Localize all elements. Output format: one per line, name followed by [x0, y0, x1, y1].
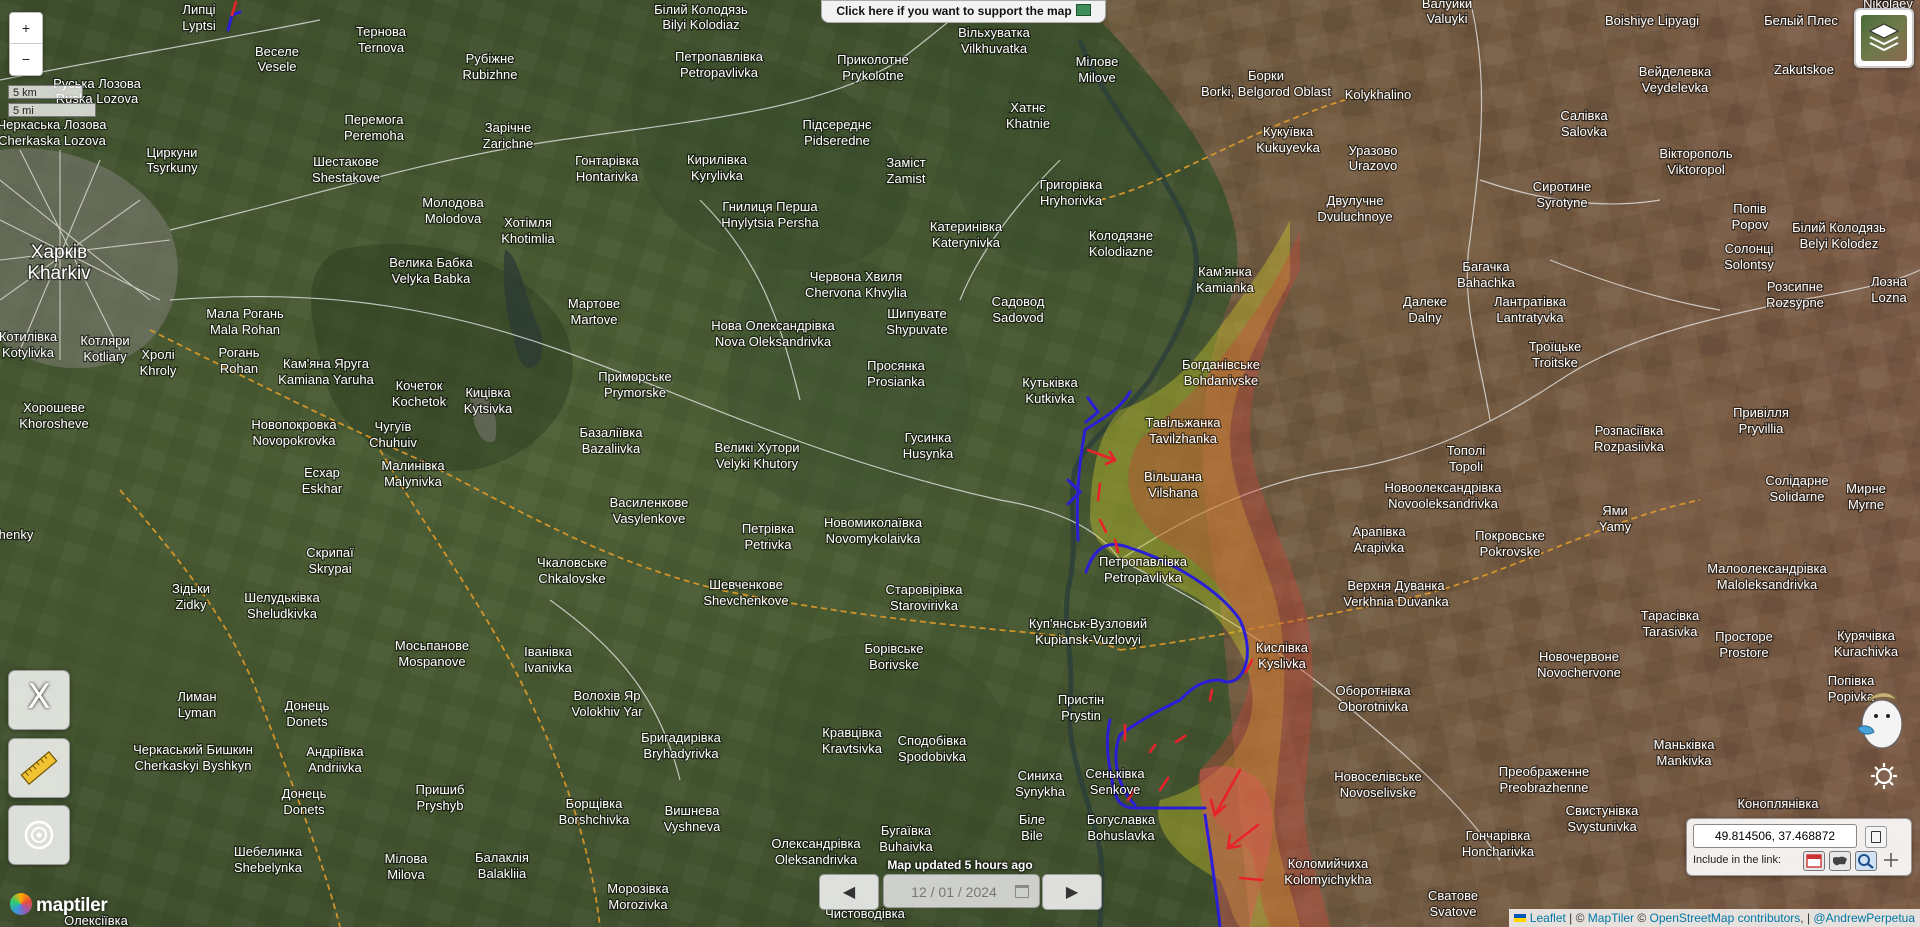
attribution-separator-3: , |: [1800, 911, 1814, 925]
money-icon: [1075, 4, 1091, 16]
calendar-icon: [1806, 854, 1822, 868]
coordinates-input[interactable]: [1693, 824, 1857, 848]
magnifier-icon: [1858, 854, 1874, 869]
gear-icon: [1871, 763, 1897, 789]
zoom-control: + −: [9, 12, 43, 76]
maptiler-logo-text: maptiler: [36, 895, 108, 916]
leaflet-link[interactable]: Leaflet: [1530, 911, 1566, 925]
openstreetmap-link[interactable]: OpenStreetMap contributors: [1650, 911, 1801, 925]
close-overlay-button[interactable]: X: [8, 670, 70, 730]
locate-button[interactable]: [8, 805, 70, 865]
maptiler-link[interactable]: MapTiler: [1588, 911, 1634, 925]
ruler-tool-button[interactable]: [8, 738, 70, 798]
include-date-toggle[interactable]: [1803, 851, 1825, 871]
next-date-button[interactable]: ▶: [1042, 874, 1102, 910]
author-link[interactable]: @AndrewPerpetua: [1813, 911, 1915, 925]
zoom-out-button[interactable]: −: [10, 44, 42, 74]
settings-button[interactable]: [1854, 751, 1910, 801]
target-icon: [24, 820, 54, 850]
include-zoom-toggle[interactable]: [1855, 851, 1877, 871]
scale-km: 5 km: [8, 85, 83, 99]
support-banner[interactable]: Click here if you want to support the ma…: [821, 0, 1106, 23]
include-map-view-toggle[interactable]: [1829, 851, 1851, 871]
satellite-map[interactable]: [0, 0, 1920, 927]
crosshair-icon: [1884, 853, 1898, 867]
coordinates-panel: Include in the link:: [1686, 818, 1912, 876]
maptiler-logo-icon: [10, 893, 32, 915]
mascot-icon[interactable]: [1850, 684, 1910, 752]
scale-mi: 5 mi: [8, 103, 96, 117]
attribution-separator-1: | ©: [1565, 911, 1588, 925]
include-in-link-label: Include in the link:: [1693, 854, 1782, 866]
date-picker[interactable]: [883, 874, 1040, 908]
date-input[interactable]: [892, 881, 1016, 903]
ukraine-flag-icon: [1514, 914, 1527, 922]
layers-icon: [1868, 23, 1900, 52]
calendar-icon[interactable]: [1015, 885, 1029, 898]
copy-icon[interactable]: [1865, 826, 1887, 848]
support-banner-label: Click here if you want to support the ma…: [836, 4, 1072, 18]
close-icon: X: [27, 677, 51, 717]
zoom-in-button[interactable]: +: [10, 13, 42, 44]
crosshair-toggle[interactable]: [1881, 851, 1903, 871]
attribution-separator-2: ©: [1634, 911, 1650, 925]
ruler-icon: [20, 750, 58, 786]
world-map-icon: [1833, 856, 1847, 866]
layers-button[interactable]: [1854, 8, 1914, 68]
previous-date-button[interactable]: ◀: [819, 874, 879, 910]
map-attribution: Leaflet | © MapTiler © OpenStreetMap con…: [1509, 909, 1920, 927]
update-notice: Map updated 5 hours ago: [887, 858, 1033, 872]
maptiler-logo[interactable]: maptiler: [10, 893, 108, 919]
